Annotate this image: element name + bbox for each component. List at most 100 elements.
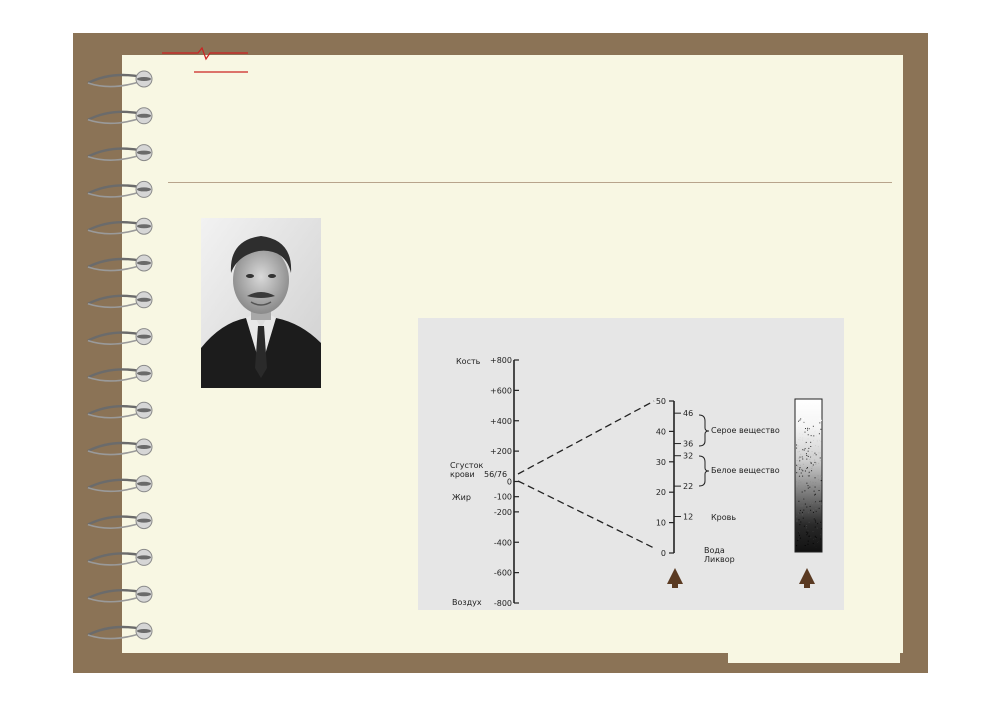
speckle-dot: [800, 418, 802, 420]
speckle-dot: [806, 534, 808, 536]
lower-projection-line: [517, 480, 655, 549]
speckle-dot: [812, 427, 814, 429]
label-bone: Кость: [456, 357, 481, 366]
speckle-dot: [802, 433, 804, 435]
speckle-dot: [817, 542, 819, 544]
speckle-dot: [801, 457, 803, 459]
spiral-ring-back: [87, 153, 143, 161]
speckle-dot: [813, 490, 815, 492]
speckle-dot: [814, 526, 816, 528]
speckle-dot: [806, 454, 808, 456]
speckle-dot: [814, 535, 816, 537]
speckle-dot: [800, 453, 802, 455]
speckle-dot: [802, 437, 804, 439]
speckle-dot: [820, 480, 822, 482]
speckle-dot: [808, 428, 810, 430]
speckle-dot: [817, 446, 819, 448]
speckle-dot: [798, 420, 800, 422]
spiral-ring-back: [87, 632, 143, 640]
speckle-dot: [814, 431, 816, 433]
speckle-dot: [818, 431, 820, 433]
speckle-dot: [803, 509, 805, 511]
speckle-dot: [797, 451, 799, 453]
spiral-ring: [87, 625, 143, 637]
speckle-dot: [818, 541, 820, 543]
speckle-dot: [810, 455, 812, 457]
speckle-dot: [814, 459, 816, 461]
speckle-dot: [798, 519, 800, 521]
spiral-hole-shade: [137, 77, 151, 81]
speckle-dot: [796, 516, 798, 518]
hu-tick-label: +200: [490, 447, 512, 456]
tissue-tick-label: 50: [656, 397, 666, 406]
speckle-dot: [815, 546, 817, 548]
speckle-dot: [802, 439, 804, 441]
speckle-dot: [810, 536, 812, 538]
spiral-ring: [87, 515, 143, 526]
speckle-dot: [805, 441, 807, 443]
label-clot-line2: крови: [450, 470, 475, 479]
speckle-dot: [796, 441, 798, 443]
title-divider: [168, 182, 892, 183]
tissue-tick-label: 10: [656, 519, 666, 528]
speckle-dot: [807, 455, 809, 457]
hu-tick-label: -100: [494, 493, 512, 502]
page-tab: [728, 653, 900, 663]
speckle-dot: [819, 460, 821, 462]
upper-projection-line: [517, 400, 655, 475]
heartbeat-icon: [162, 46, 248, 73]
label-blood: Кровь: [711, 513, 736, 522]
speckle-dot: [813, 495, 815, 497]
speckle-dot: [807, 429, 809, 431]
speckle-dot: [810, 446, 812, 448]
speckle-dot: [812, 464, 814, 466]
speckle-dot: [798, 476, 800, 478]
speckle-dot: [814, 426, 816, 428]
speckle-dot: [812, 509, 814, 511]
speckle-dot: [796, 487, 798, 489]
spiral-ring-back: [87, 485, 143, 493]
speckle-dot: [802, 475, 804, 477]
speckle-dot: [804, 448, 806, 450]
speckle-dot: [819, 457, 821, 459]
spiral-ring: [87, 441, 143, 453]
speckle-dot: [804, 421, 806, 423]
speckle-dot: [798, 445, 800, 447]
white-matter-brace: [698, 455, 710, 487]
label-clot-value: 56/76: [484, 470, 507, 479]
spiral-ring-back: [87, 411, 143, 419]
speckle-dot: [817, 523, 819, 525]
speckle-dot: [799, 468, 801, 470]
speckle-dot: [796, 447, 798, 449]
speckle-dot: [804, 443, 806, 445]
spiral-ring-back: [87, 227, 143, 235]
speckle-dot: [808, 535, 810, 537]
speckle-dot: [796, 445, 798, 447]
spiral-ring-back: [87, 374, 143, 382]
tissue-mark-label: 22: [683, 482, 693, 491]
speckle-dot: [807, 485, 809, 487]
speckle-dot: [811, 503, 813, 505]
speckle-dot: [800, 505, 802, 507]
speckle-dot: [813, 435, 815, 437]
speckle-dot: [802, 470, 804, 472]
label-clot-line1: Сгусток: [450, 461, 483, 470]
speckle-dot: [818, 487, 820, 489]
speckle-dot: [818, 433, 820, 435]
speckle-dot: [812, 531, 814, 533]
speckle-dot: [797, 465, 799, 467]
speckle-dot: [798, 500, 800, 502]
spiral-ring: [87, 147, 143, 158]
speckle-dot: [818, 495, 820, 497]
speckle-dot: [818, 452, 820, 454]
speckle-dot: [804, 428, 806, 430]
speckle-dot: [803, 525, 805, 527]
spiral-ring: [87, 184, 143, 195]
spiral-ring-back: [87, 264, 143, 272]
speckle-dot: [798, 458, 800, 460]
label-white-matter: Белое вещество: [711, 466, 780, 475]
speckle-dot: [819, 418, 821, 420]
spiral-ring-back: [87, 521, 143, 529]
label-air: Воздух: [452, 598, 482, 607]
arrow-up-icon: [667, 568, 683, 588]
